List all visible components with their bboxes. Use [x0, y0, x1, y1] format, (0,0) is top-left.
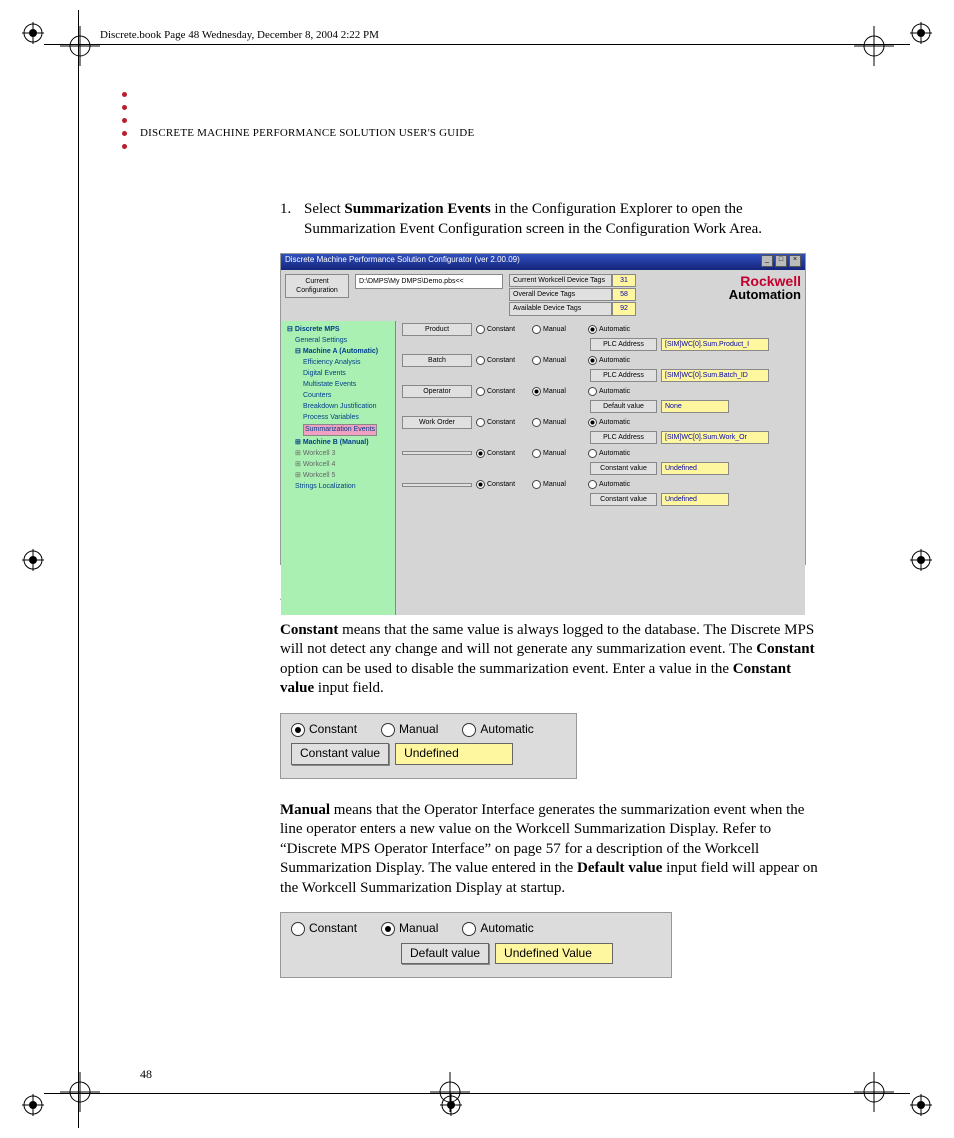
radio-manual[interactable]: Manual: [532, 325, 584, 334]
radio-automatic[interactable]: Automatic: [588, 325, 640, 334]
step-text: Select Summarization Events in the Confi…: [304, 200, 820, 239]
page-number: 48: [140, 1067, 152, 1083]
config-tree[interactable]: ⊟ Discrete MPS General Settings ⊟ Machin…: [281, 321, 396, 615]
radio-manual[interactable]: Manual: [532, 418, 584, 427]
tree-selected-item[interactable]: Summarization Events: [303, 424, 377, 435]
event-label: Work Order: [402, 416, 472, 429]
decorator-dots: [122, 92, 128, 157]
event-label: Product: [402, 323, 472, 336]
radio-automatic[interactable]: Automatic: [588, 356, 640, 365]
manual-mode-screenshot: Constant Manual Automatic Default value …: [280, 912, 672, 978]
radio-automatic[interactable]: Automatic: [588, 449, 640, 458]
constant-paragraph: Constant means that the same value is al…: [280, 621, 820, 699]
sub-label: Constant value: [590, 493, 657, 506]
constant-value-button[interactable]: Constant value: [291, 743, 389, 765]
radio-manual[interactable]: Manual: [532, 449, 584, 458]
radio-constant[interactable]: Constant: [476, 387, 528, 396]
radio-constant[interactable]: [291, 723, 305, 737]
radio-automatic[interactable]: [462, 922, 476, 936]
radio-manual[interactable]: [381, 922, 395, 936]
radio-automatic[interactable]: Automatic: [588, 387, 640, 396]
radio-constant[interactable]: Constant: [476, 418, 528, 427]
sub-value[interactable]: Undefined: [661, 462, 729, 475]
current-config-label: Current Configuration: [285, 274, 349, 298]
event-label: Operator: [402, 385, 472, 398]
sub-value[interactable]: Undefined: [661, 493, 729, 506]
radio-manual[interactable]: Manual: [532, 387, 584, 396]
manual-paragraph: Manual means that the Operator Interface…: [280, 801, 820, 899]
radio-constant[interactable]: Constant: [476, 325, 528, 334]
radio-automatic[interactable]: Automatic: [588, 418, 640, 427]
radio-automatic[interactable]: Automatic: [588, 480, 640, 489]
close-icon[interactable]: ×: [789, 255, 801, 267]
sub-label: PLC Address: [590, 431, 657, 444]
radio-constant[interactable]: Constant: [476, 480, 528, 489]
sub-label: PLC Address: [590, 369, 657, 382]
guide-title: DISCRETE MACHINE PERFORMANCE SOLUTION US…: [140, 126, 830, 140]
radio-automatic[interactable]: [462, 723, 476, 737]
rockwell-logo: Rockwell Automation: [729, 274, 801, 301]
sub-label: Default value: [590, 400, 657, 413]
sub-value[interactable]: None: [661, 400, 729, 413]
default-value-field[interactable]: Undefined Value: [495, 943, 613, 965]
constant-mode-screenshot: Constant Manual Automatic Constant value…: [280, 713, 577, 779]
maximize-icon[interactable]: □: [775, 255, 787, 267]
sub-label: Constant value: [590, 462, 657, 475]
sub-value[interactable]: [SIM]WC[0].Sum.Batch_ID: [661, 369, 769, 382]
configurator-screenshot: Discrete Machine Performance Solution Co…: [280, 253, 806, 565]
radio-manual[interactable]: [381, 723, 395, 737]
event-label: [402, 451, 472, 455]
sub-value[interactable]: [SIM]WC[0].Sum.Work_Or: [661, 431, 769, 444]
minimize-icon[interactable]: _: [761, 255, 773, 267]
constant-value-field[interactable]: Undefined: [395, 743, 513, 765]
step-number: 1.: [280, 200, 304, 239]
default-value-button[interactable]: Default value: [401, 943, 489, 965]
radio-manual[interactable]: Manual: [532, 356, 584, 365]
radio-constant[interactable]: Constant: [476, 356, 528, 365]
event-label: [402, 483, 472, 487]
window-title: Discrete Machine Performance Solution Co…: [285, 255, 520, 269]
radio-constant[interactable]: [291, 922, 305, 936]
sub-label: PLC Address: [590, 338, 657, 351]
radio-manual[interactable]: Manual: [532, 480, 584, 489]
radio-constant[interactable]: Constant: [476, 449, 528, 458]
page-header: Discrete.book Page 48 Wednesday, Decembe…: [100, 28, 379, 42]
device-tags-table: Current Workcell Device Tags31 Overall D…: [509, 274, 636, 316]
event-label: Batch: [402, 354, 472, 367]
config-path: D:\DMPS\My DMPS\Demo.pbs<<: [355, 274, 503, 289]
sub-value[interactable]: [SIM]WC[0].Sum.Product_I: [661, 338, 769, 351]
